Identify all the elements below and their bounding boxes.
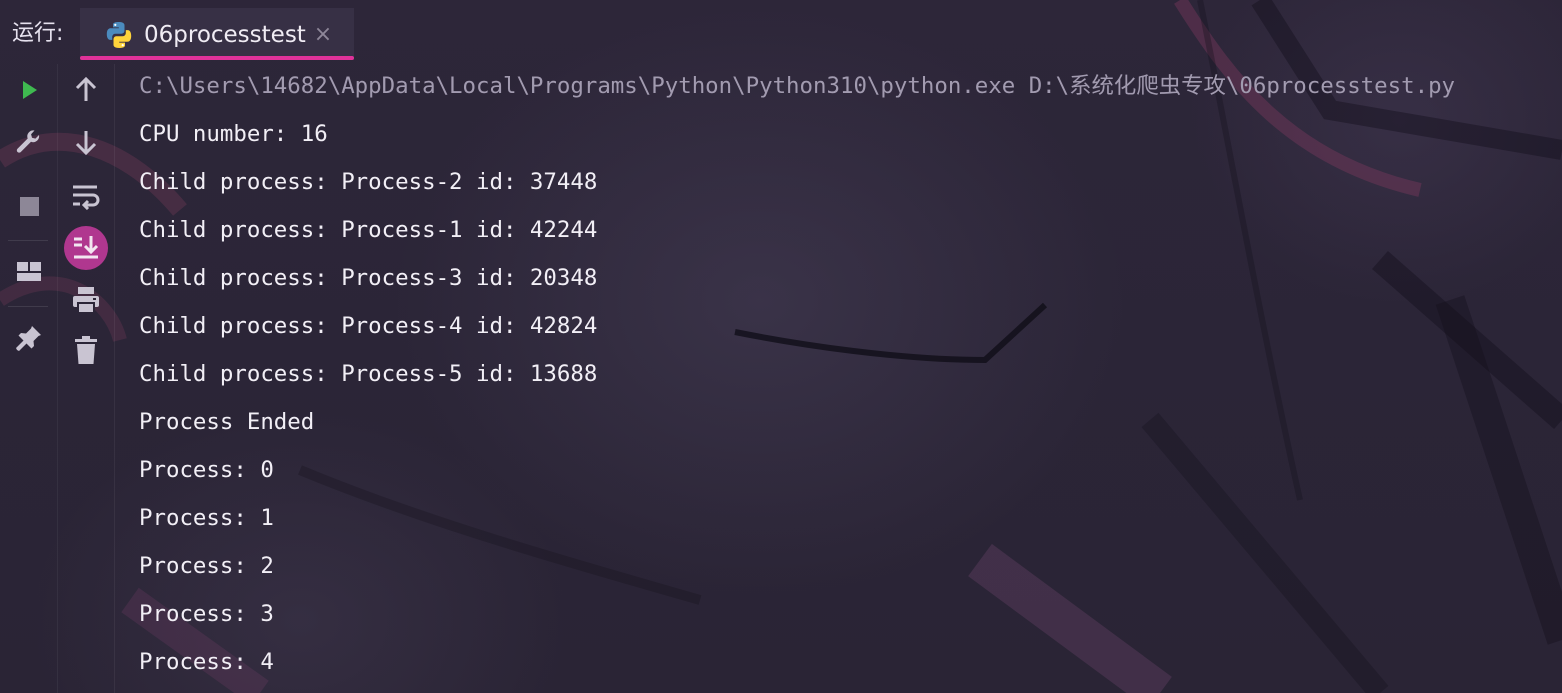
console-line: Child process: Process-1 id: 42244 (139, 217, 598, 243)
console-line: Process Ended (139, 409, 315, 435)
trash-icon (75, 336, 97, 364)
scroll-to-end-icon (74, 236, 99, 259)
pin-tab-button[interactable] (11, 320, 47, 356)
console-line: Child process: Process-3 id: 20348 (139, 265, 598, 291)
console-line: Process: 1 (139, 505, 274, 531)
run-label: 运行: (12, 21, 64, 46)
wrench-icon (16, 130, 40, 153)
active-tab-indicator (80, 56, 354, 60)
edit-configuration-button[interactable] (11, 124, 47, 160)
run-header: 运行: 06processtest × (0, 0, 1562, 64)
console-line: Process: 2 (139, 553, 274, 579)
console-line: Process: 3 (139, 601, 274, 627)
down-stack-trace-button[interactable] (68, 124, 104, 160)
layout-icon (17, 262, 41, 281)
python-icon (106, 22, 132, 48)
tab-06processtest[interactable]: 06processtest × (80, 8, 354, 60)
console-line: Child process: Process-5 id: 13688 (139, 361, 598, 387)
run-tool-window: 运行: 06processtest × C:\Users\14682\AppDa… (0, 0, 1562, 693)
run-icon (23, 81, 37, 99)
restore-layout-button[interactable] (11, 254, 47, 290)
soft-wrap-icon (73, 185, 100, 210)
tab-title: 06processtest (144, 22, 306, 48)
up-stack-trace-button[interactable] (68, 72, 104, 108)
toolbar-divider (8, 240, 48, 241)
console-command-line: C:\Users\14682\AppData\Local\Programs\Py… (139, 73, 1456, 99)
run-toolbar-console (58, 64, 115, 693)
console-line: Process: 4 (139, 649, 274, 675)
arrow-up-icon (75, 76, 97, 101)
close-icon[interactable]: × (312, 20, 334, 50)
clear-all-button[interactable] (68, 332, 104, 368)
console-line: Child process: Process-4 id: 42824 (139, 313, 598, 339)
scroll-to-end-button[interactable] (64, 226, 108, 270)
toolbar-divider (8, 306, 48, 307)
console-line: CPU number: 16 (139, 121, 328, 147)
console-line: Process: 0 (139, 457, 274, 483)
console-output[interactable]: C:\Users\14682\AppData\Local\Programs\Py… (139, 66, 1549, 693)
rerun-button[interactable] (11, 72, 47, 108)
console-line: Child process: Process-2 id: 37448 (139, 169, 598, 195)
stop-icon (20, 197, 39, 216)
print-button[interactable] (68, 282, 104, 318)
stop-button[interactable] (11, 188, 47, 224)
arrow-down-icon (75, 131, 97, 156)
run-toolbar-primary (0, 64, 58, 693)
soft-wrap-button[interactable] (68, 178, 104, 214)
pin-icon (16, 326, 41, 351)
print-icon (73, 287, 99, 314)
